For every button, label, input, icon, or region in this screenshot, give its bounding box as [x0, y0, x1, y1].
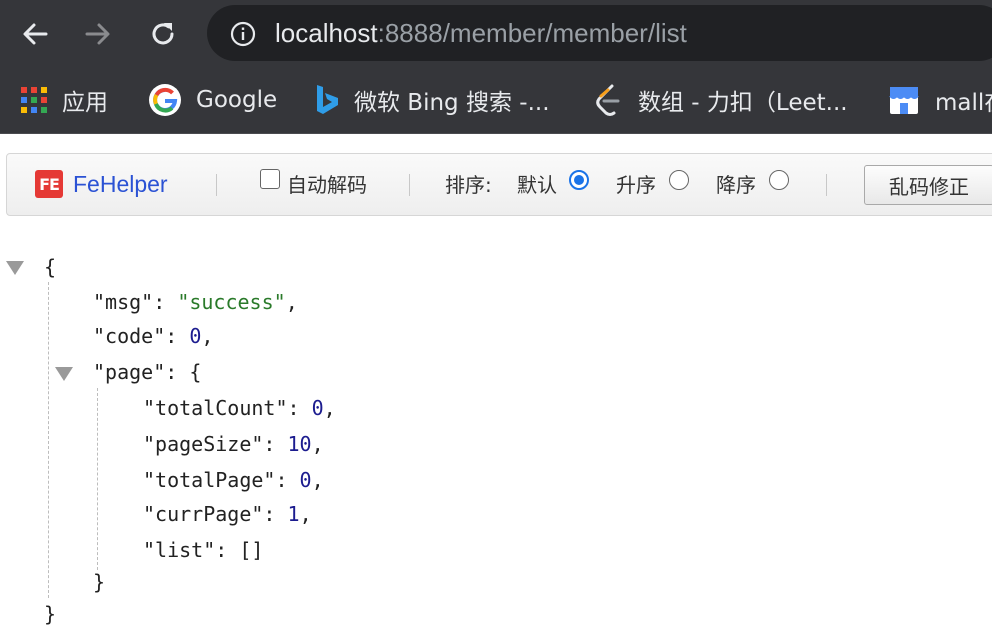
- json-row-totalPage: "totalPage": 0,: [143, 468, 324, 492]
- json-key: "list": [143, 538, 216, 562]
- json-number-value: 1: [287, 502, 300, 526]
- json-key: "code": [93, 324, 166, 348]
- json-row-currPage: "currPage": 1,: [143, 502, 312, 526]
- json-key: "pageSize": [143, 432, 264, 456]
- json-viewer: { "msg": "success", "code": 0, "page": {…: [0, 0, 992, 630]
- indent-guide: [48, 282, 49, 598]
- json-row-msg: "msg": "success",: [93, 290, 298, 314]
- json-row-totalCount: "totalCount": 0,: [143, 396, 336, 420]
- json-array-value: []: [239, 538, 264, 562]
- json-open-brace: {: [44, 255, 57, 279]
- collapse-root-toggle[interactable]: [6, 261, 24, 275]
- json-close-brace: }: [44, 602, 57, 626]
- json-row-list: "list": []: [143, 538, 264, 562]
- json-row-pageSize: "pageSize": 10,: [143, 432, 324, 456]
- json-key: "page": [93, 360, 166, 384]
- json-number-value: 0: [299, 468, 312, 492]
- json-string-value: "success": [177, 290, 286, 314]
- json-key: "currPage": [143, 502, 264, 526]
- json-key: "msg": [93, 290, 154, 314]
- json-row-code: "code": 0,: [93, 324, 214, 348]
- json-number-value: 0: [189, 324, 202, 348]
- json-key: "totalCount": [143, 396, 288, 420]
- collapse-page-toggle[interactable]: [55, 367, 73, 381]
- json-page-close-brace: }: [93, 570, 106, 594]
- json-number-value: 0: [311, 396, 324, 420]
- json-number-value: 10: [287, 432, 312, 456]
- json-key: "totalPage": [143, 468, 276, 492]
- indent-guide: [97, 388, 98, 570]
- json-row-page: "page": {: [93, 360, 202, 384]
